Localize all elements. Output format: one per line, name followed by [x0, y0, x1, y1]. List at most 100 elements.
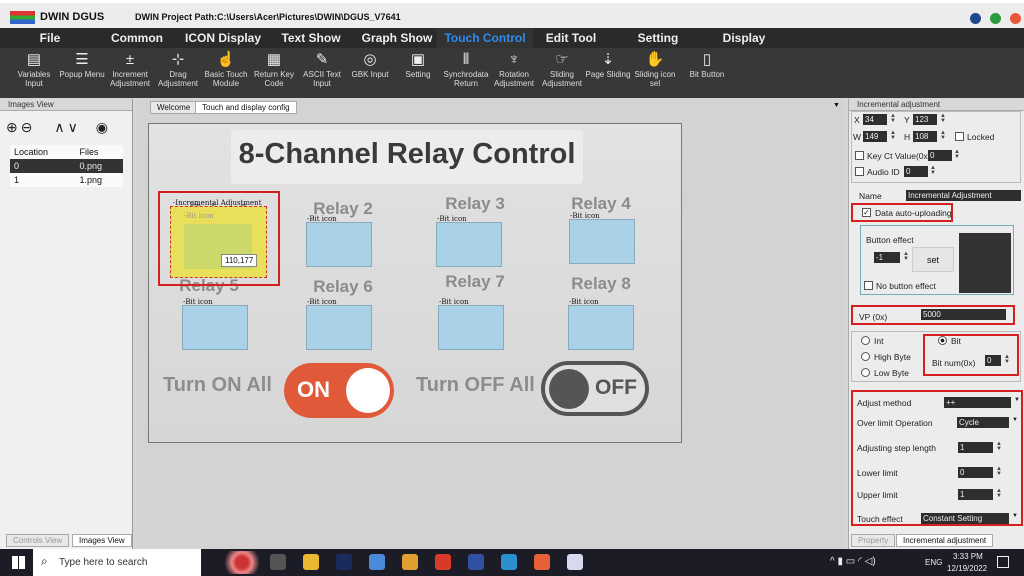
toolbar-button-sync[interactable]: ⦀ Synchrodata Return: [441, 50, 491, 88]
bit-radio[interactable]: [938, 336, 947, 345]
menu-file[interactable]: File: [32, 28, 69, 48]
file-explorer-icon[interactable]: [303, 554, 319, 570]
tab-incremental-adjustment[interactable]: Incremental adjustment: [896, 534, 994, 547]
adjust-method-dropdown[interactable]: ++: [944, 397, 1011, 408]
move-up-icon[interactable]: ∧: [54, 119, 67, 135]
no-button-effect-checkbox[interactable]: [864, 281, 873, 290]
bit-icon-box[interactable]: [569, 219, 635, 264]
table-row[interactable]: 1 1.png: [10, 173, 123, 187]
toolbar-button-list[interactable]: ☰ Popup Menu: [57, 50, 107, 79]
chrome-icon[interactable]: [402, 554, 418, 570]
toolbar-button-rotation[interactable]: ♆ Rotation Adjustment: [489, 50, 539, 88]
remove-icon[interactable]: ⊖: [21, 119, 36, 135]
int-radio[interactable]: [861, 336, 870, 345]
minimize-button[interactable]: [970, 13, 981, 24]
tab-welcome[interactable]: Welcome: [150, 101, 198, 114]
move-down-icon[interactable]: ∨: [68, 119, 81, 135]
audio-id-input[interactable]: 0: [904, 166, 928, 177]
over-limit-dropdown[interactable]: Cycle: [957, 417, 1009, 428]
notification-icon[interactable]: [997, 556, 1009, 568]
h-spinner[interactable]: ▲ ▼: [939, 130, 947, 142]
key-ct-spinner[interactable]: ▲ ▼: [953, 149, 961, 161]
key-ct-input[interactable]: 0: [928, 150, 952, 161]
chevron-down-icon[interactable]: ▼: [1012, 513, 1018, 519]
menu-text-show[interactable]: Text Show: [273, 28, 348, 48]
start-icon[interactable]: [12, 556, 25, 569]
foxit-icon[interactable]: [435, 554, 451, 570]
vp-input[interactable]: 5000: [921, 309, 1006, 320]
set-button[interactable]: set: [912, 247, 954, 272]
tab-touch-display-config[interactable]: Touch and display config: [195, 101, 297, 114]
eye-icon[interactable]: ◉: [96, 119, 111, 135]
tab-images-view[interactable]: Images View: [72, 534, 132, 547]
toolbar-button-touch[interactable]: ☝ Basic Touch Module: [201, 50, 251, 88]
low-byte-radio[interactable]: [861, 368, 870, 377]
x-input[interactable]: 34: [863, 114, 887, 125]
spinner[interactable]: ▲ ▼: [995, 488, 1003, 500]
add-icon[interactable]: ⊕: [6, 119, 21, 135]
search-box[interactable]: ⌕ Type here to search: [33, 549, 201, 576]
x-spinner[interactable]: ▲ ▼: [889, 113, 897, 125]
tab-controls-view[interactable]: Controls View: [6, 534, 70, 547]
chevron-down-icon[interactable]: ▼: [1014, 397, 1020, 403]
step-input[interactable]: 1: [958, 442, 993, 453]
app-icon[interactable]: [369, 554, 385, 570]
bit-num-input[interactable]: 0: [985, 355, 1001, 366]
edge-icon[interactable]: [501, 554, 517, 570]
key-ct-checkbox[interactable]: [855, 151, 864, 160]
toolbar-button-variables-input[interactable]: ▤ Variables Input: [9, 50, 59, 88]
toolbar-button-gbk[interactable]: ◎ GBK Input: [345, 50, 395, 79]
design-canvas[interactable]: 8-Channel Relay Control Relay 1Relay 2-B…: [148, 123, 682, 443]
y-input[interactable]: 123: [913, 114, 937, 125]
bit-icon-box[interactable]: [182, 305, 248, 350]
menu-touch-control[interactable]: Touch Control: [436, 28, 534, 48]
audio-id-checkbox[interactable]: [855, 167, 864, 176]
toolbar-button-sliding[interactable]: ☞ Sliding Adjustment: [537, 50, 587, 88]
toolbar-button-pen[interactable]: ✎ ASCII Text Input: [297, 50, 347, 88]
toolbar-button-slider[interactable]: ⊹ Drag Adjustment: [153, 50, 203, 88]
toolbar-button-hand[interactable]: ✋ Sliding icon sel: [630, 50, 680, 88]
menu-display[interactable]: Display: [715, 28, 774, 48]
bit-icon-box[interactable]: [306, 222, 372, 267]
photoshop-icon[interactable]: [336, 554, 352, 570]
toolbar-button-plus-minus[interactable]: ± Increment Adjustment: [105, 50, 155, 88]
bit-icon-box[interactable]: [438, 305, 504, 350]
bit-icon-box[interactable]: [306, 305, 372, 350]
table-row[interactable]: 0 0.png: [10, 159, 123, 173]
toolbar-button-bit-button[interactable]: ▯ Bit Button: [682, 50, 732, 79]
audio-id-spinner[interactable]: ▲ ▼: [929, 165, 937, 177]
chevron-down-icon[interactable]: ▼: [1012, 417, 1018, 423]
clock-date[interactable]: 12/19/2022: [947, 564, 987, 573]
selected-incremental-adjustment[interactable]: -Bit icon 110,177: [170, 206, 267, 278]
menu-edit-tool[interactable]: Edit Tool: [538, 28, 604, 48]
spinner[interactable]: ▲ ▼: [995, 441, 1003, 453]
touch-effect-dropdown[interactable]: Constant Setting: [921, 513, 1009, 524]
menu-setting[interactable]: Setting: [630, 28, 687, 48]
locked-checkbox[interactable]: [955, 132, 964, 141]
w-spinner[interactable]: ▲ ▼: [889, 130, 897, 142]
toolbar-button-keypad[interactable]: ▦ Return Key Code: [249, 50, 299, 88]
tab-dropdown-icon[interactable]: ▼: [833, 102, 840, 109]
high-byte-radio[interactable]: [861, 352, 870, 361]
upper-input[interactable]: 1: [958, 489, 993, 500]
tray-icons[interactable]: ^ ▮ ▭ ◜ ◁): [830, 556, 876, 567]
maximize-button[interactable]: [990, 13, 1001, 24]
y-spinner[interactable]: ▲ ▼: [939, 113, 947, 125]
toolbar-button-setting[interactable]: ▣ Setting: [393, 50, 443, 79]
button-effect-spinner[interactable]: ▲ ▼: [902, 251, 910, 263]
name-input[interactable]: Incremental Adjustment: [906, 190, 1021, 201]
language-indicator[interactable]: ENG: [925, 558, 942, 567]
spinner[interactable]: ▲ ▼: [995, 466, 1003, 478]
bit-icon-box[interactable]: [436, 222, 502, 267]
menu-icon-display[interactable]: ICON Display: [177, 28, 269, 48]
toolbar-button-page-sliding[interactable]: ⇣ Page Sliding: [583, 50, 633, 79]
bit-num-spinner[interactable]: ▲ ▼: [1003, 354, 1011, 366]
close-button[interactable]: [1010, 13, 1021, 24]
dwin-dgus-icon[interactable]: [567, 554, 583, 570]
menu-common[interactable]: Common: [103, 28, 171, 48]
auto-upload-checkbox[interactable]: ✓: [862, 208, 871, 217]
off-toggle[interactable]: OFF: [541, 361, 649, 416]
task-view-icon[interactable]: [270, 554, 286, 570]
h-input[interactable]: 108: [913, 131, 937, 142]
lower-input[interactable]: 0: [958, 467, 993, 478]
